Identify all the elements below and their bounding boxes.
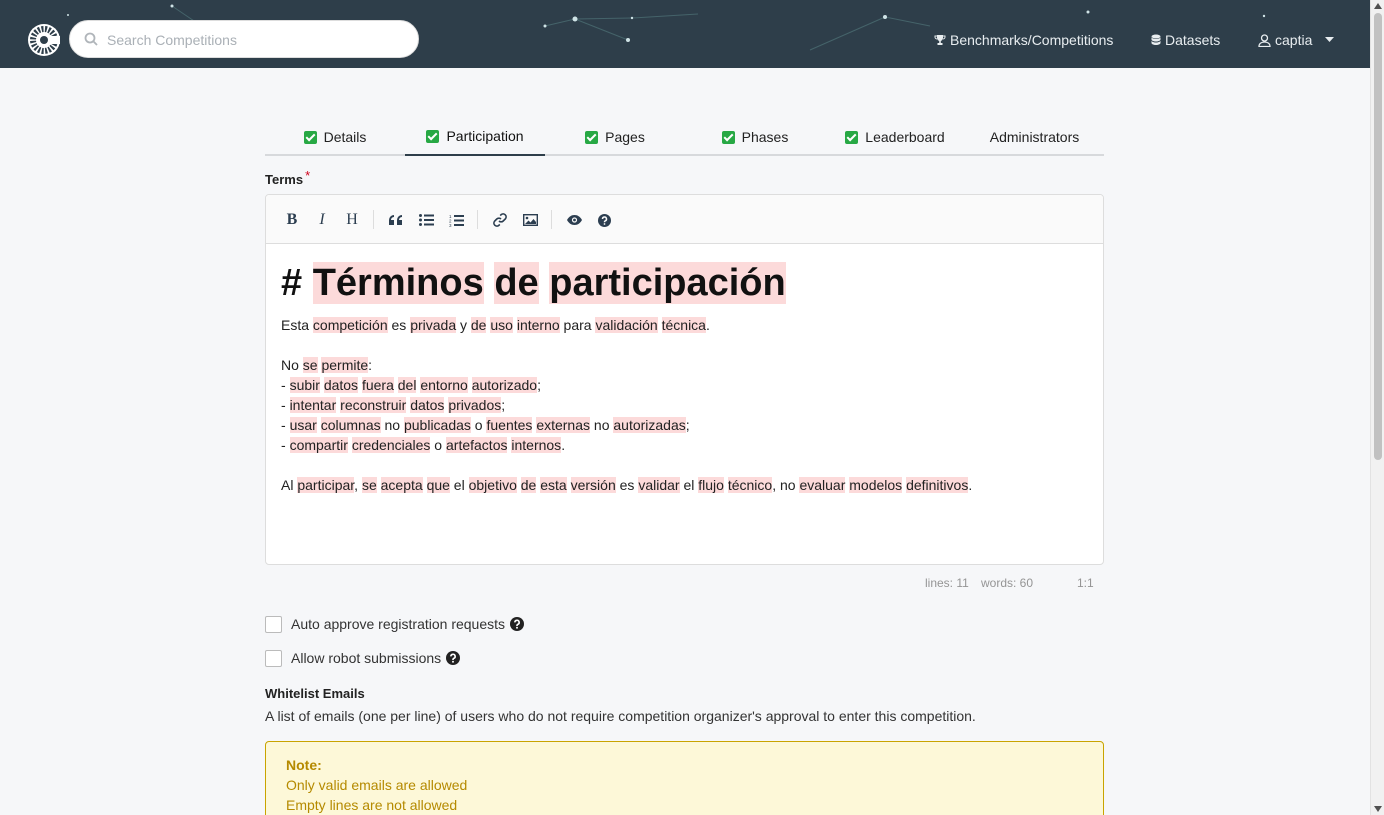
check-icon [845,130,859,144]
help-icon[interactable] [510,617,525,631]
heading-button[interactable]: H [339,207,365,233]
nav-benchmarks-label: Benchmarks/Competitions [950,32,1114,48]
codabench-logo[interactable] [28,24,60,56]
editor-content[interactable]: # Términos de participación Esta competi… [281,255,1091,495]
nav-benchmarks-competitions[interactable]: Benchmarks/Competitions [934,31,1113,49]
tab-details-label: Details [323,129,367,145]
allow-robot-label: Allow robot submissions [291,650,442,666]
check-icon [303,130,317,144]
terms-list-item: - intentar reconstruir datos privados; [281,397,506,413]
terms-label: Terms * [265,168,310,187]
tab-pages-label: Pages [605,129,645,145]
bullet-list-icon [418,214,434,226]
allow-robot-option: Allow robot submissions [265,649,461,667]
line-count: lines: 11 [925,576,969,590]
link-button[interactable] [487,207,513,233]
numbered-list-icon: 1 2 3 [449,214,464,227]
help-icon[interactable] [446,651,461,665]
toolbar-divider [551,210,552,229]
image-icon [522,214,538,226]
tab-participation[interactable]: Participation [405,118,545,156]
note-title: Note: [286,757,322,773]
top-navbar: Benchmarks/Competitions Datasets captia [0,0,1370,68]
database-icon [1151,34,1161,45]
toolbar-divider [373,210,374,229]
search-bar[interactable] [69,20,419,58]
nav-datasets-label: Datasets [1165,32,1221,48]
cursor-position: 1:1 [1077,576,1094,590]
tab-phases-label: Phases [741,129,789,145]
terms-list-item: - usar columnas no publicadas o fuentes … [281,417,690,433]
user-name: captia [1275,32,1313,48]
toolbar-divider [477,210,478,229]
svg-text:3: 3 [449,223,452,227]
terms-list-item: - compartir credenciales o artefactos in… [281,437,566,453]
auto-approve-checkbox[interactable] [265,615,282,633]
user-icon [1258,33,1271,47]
whitelist-title: Whitelist Emails [265,686,365,701]
auto-approve-label: Auto approve registration requests [291,616,506,632]
link-icon [493,213,507,227]
search-input[interactable] [107,29,407,51]
competition-editor-tabs: Details Participation Pages Phases Leade… [265,118,1104,156]
markdown-guide-button[interactable] [591,207,617,233]
terms-markdown-editor[interactable]: B I H 1 2 3 # Términos de participación … [265,194,1104,565]
terms-heading: # Términos de participación [281,262,786,304]
note-line: Only valid emails are allowed [286,777,468,793]
required-asterisk: * [305,168,311,183]
whitelist-description: A list of emails (one per line) of users… [265,708,976,724]
user-menu[interactable]: captia [1258,31,1335,49]
terms-label-text: Terms [265,172,304,187]
tab-administrators-label: Administrators [989,129,1080,145]
italic-button[interactable]: I [309,207,335,233]
tab-phases[interactable]: Phases [685,118,825,156]
scroll-up-arrow[interactable] [1374,3,1382,9]
tab-details[interactable]: Details [265,118,405,156]
tab-participation-label: Participation [446,128,524,144]
heading-glyph: H [346,211,358,228]
terms-list-item: - subir datos fuera del entorno autoriza… [281,377,541,393]
scroll-down-arrow[interactable] [1374,806,1382,812]
editor-toolbar: B I H 1 2 3 [266,195,1103,244]
auto-approve-option: Auto approve registration requests [265,615,525,633]
whitelist-note: Note: Only valid emails are allowed Empt… [265,741,1104,815]
italic-glyph: I [319,211,325,228]
note-line: Empty lines are not allowed [286,797,458,813]
ordered-list-button[interactable]: 1 2 3 [443,207,469,233]
tab-leaderboard-label: Leaderboard [865,129,945,145]
tab-leaderboard[interactable]: Leaderboard [825,118,965,156]
image-button[interactable] [517,207,543,233]
eye-icon [566,215,582,225]
check-icon [585,130,599,144]
editor-statusbar: lines: 11 words: 60 1:1 [265,576,1104,590]
caret-down-icon [1325,37,1335,42]
scrollbar-thumb[interactable] [1374,13,1382,460]
search-icon [84,32,98,46]
terms-paragraph: Esta competición es privada y de uso int… [281,317,710,333]
question-circle-icon [597,213,611,227]
allow-robot-checkbox[interactable] [265,649,282,667]
check-icon [426,129,440,143]
nav-datasets[interactable]: Datasets [1151,31,1220,49]
word-count: words: 60 [981,576,1034,590]
quote-icon [389,215,402,225]
quote-button[interactable] [383,207,409,233]
bold-button[interactable]: B [279,207,305,233]
check-icon [721,130,735,144]
terms-closing-paragraph: Al participar, se acepta que el objetivo… [281,477,973,493]
terms-list-intro: No se permite: [281,357,373,373]
tab-administrators[interactable]: Administrators [965,118,1104,156]
unordered-list-button[interactable] [413,207,439,233]
tab-pages[interactable]: Pages [545,118,685,156]
bold-glyph: B [286,211,298,228]
trophy-icon [934,35,946,45]
preview-button[interactable] [561,207,587,233]
page-scrollbar[interactable] [1370,0,1384,815]
